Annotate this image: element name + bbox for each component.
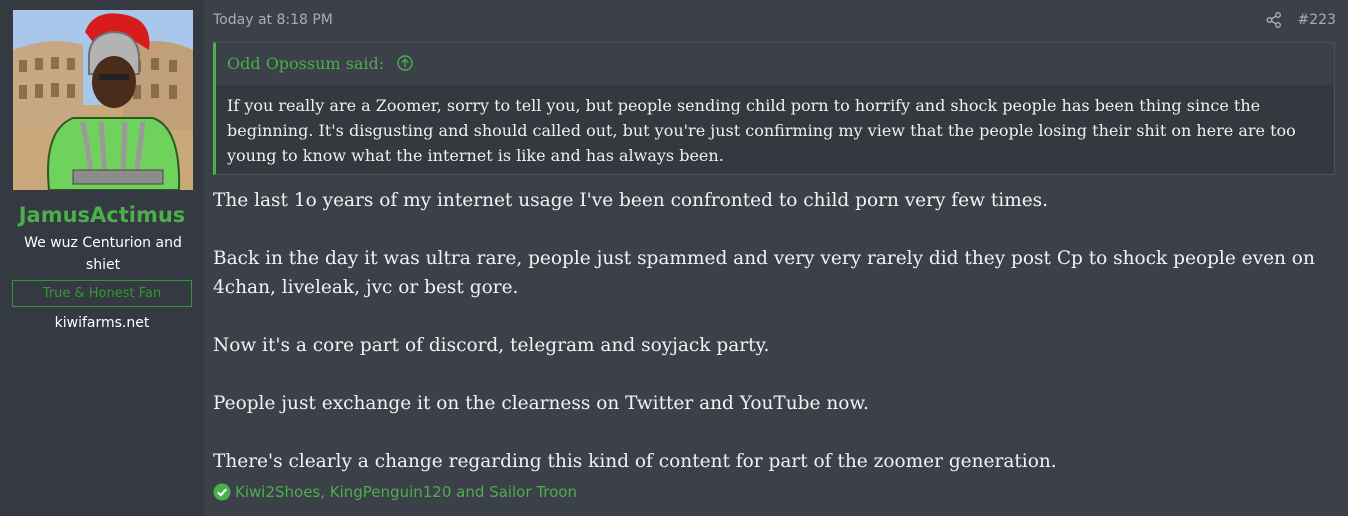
- avatar-image: [13, 10, 193, 190]
- user-site: kiwifarms.net: [54, 315, 150, 331]
- user-banner: True & Honest Fan: [12, 280, 192, 307]
- message-paragraph: Back in the day it was ultra rare, peopl…: [213, 248, 1315, 298]
- arrow-up-circle-icon[interactable]: [397, 45, 413, 71]
- quote-header[interactable]: Odd Opossum said:: [216, 43, 1334, 85]
- user-title: We wuz Centurion and shiet: [24, 235, 182, 273]
- post-timestamp[interactable]: Today at 8:18 PM: [213, 10, 333, 30]
- forum-post: JamusActimus We wuz Centurion and shiet …: [0, 0, 1348, 516]
- message-paragraph: Now it's a core part of discord, telegra…: [213, 335, 770, 356]
- user-info-panel: JamusActimus We wuz Centurion and shiet …: [0, 0, 204, 516]
- reaction-users[interactable]: Kiwi2Shoes, KingPenguin120 and Sailor Tr…: [235, 483, 577, 501]
- post-main: Today at 8:18 PM #223 Odd Opossum said:: [204, 0, 1348, 516]
- quote-block: Odd Opossum said: If you really are a Zo…: [213, 42, 1335, 175]
- post-message: The last 1o years of my internet usage I…: [213, 186, 1333, 476]
- avatar[interactable]: [13, 10, 193, 190]
- username[interactable]: JamusActimus: [0, 200, 204, 230]
- message-paragraph: People just exchange it on the clearness…: [213, 393, 869, 414]
- quote-text: If you really are a Zoomer, sorry to tel…: [216, 85, 1334, 174]
- post-number[interactable]: #223: [1298, 10, 1336, 30]
- reactions-bar[interactable]: Kiwi2Shoes, KingPenguin120 and Sailor Tr…: [213, 482, 577, 502]
- share-icon[interactable]: [1265, 11, 1283, 29]
- quote-attribution[interactable]: Odd Opossum said:: [227, 43, 384, 85]
- message-paragraph: The last 1o years of my internet usage I…: [213, 190, 1049, 211]
- check-circle-icon: [213, 483, 231, 501]
- message-paragraph: There's clearly a change regarding this …: [213, 451, 1057, 472]
